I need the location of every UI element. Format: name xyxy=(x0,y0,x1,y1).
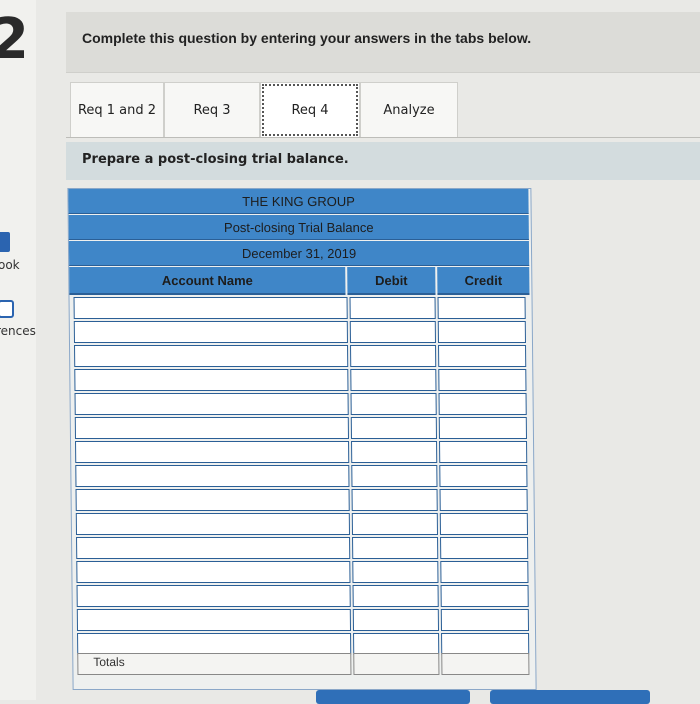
next-button[interactable] xyxy=(490,690,650,704)
credit-input[interactable] xyxy=(439,465,528,487)
table-row xyxy=(74,393,527,415)
account-name-input[interactable] xyxy=(74,345,349,367)
table-row xyxy=(74,417,527,439)
debit-input[interactable] xyxy=(351,441,438,463)
company-name: THE KING GROUP xyxy=(68,189,529,214)
totals-label: Totals xyxy=(93,655,125,669)
credit-input[interactable] xyxy=(440,585,529,607)
account-name-input[interactable] xyxy=(75,465,350,487)
tab-analyze[interactable]: Analyze xyxy=(360,82,458,138)
table-row xyxy=(77,633,530,655)
debit-input[interactable] xyxy=(349,297,436,319)
credit-input[interactable] xyxy=(438,393,527,415)
debit-input[interactable] xyxy=(352,561,439,583)
debit-input[interactable] xyxy=(351,513,439,535)
account-name-input[interactable] xyxy=(74,393,349,415)
account-name-input[interactable] xyxy=(73,297,348,319)
debit-input[interactable] xyxy=(350,417,437,439)
table-row xyxy=(73,321,526,343)
account-name-input[interactable] xyxy=(76,585,351,607)
account-name-input[interactable] xyxy=(75,513,351,535)
references-label[interactable]: rences xyxy=(0,324,36,338)
table-row xyxy=(75,465,528,487)
table-row xyxy=(76,585,529,607)
table-row xyxy=(75,489,528,511)
debit-input[interactable] xyxy=(349,321,436,343)
table-row xyxy=(74,345,527,367)
prompt-text: Prepare a post-closing trial balance. xyxy=(82,152,349,167)
debit-input[interactable] xyxy=(350,369,437,391)
account-name-input[interactable] xyxy=(73,321,348,343)
credit-input[interactable] xyxy=(440,561,529,583)
tab-req-4[interactable]: Req 4 xyxy=(260,82,360,138)
references-icon[interactable] xyxy=(0,300,14,318)
account-name-input[interactable] xyxy=(74,417,350,439)
statement-title: Post-closing Trial Balance xyxy=(68,215,529,240)
debit-input[interactable] xyxy=(350,393,437,415)
credit-input[interactable] xyxy=(438,417,527,439)
debit-input[interactable] xyxy=(352,585,439,607)
account-name-input[interactable] xyxy=(76,561,351,583)
previous-button[interactable] xyxy=(316,690,470,704)
table-row xyxy=(75,513,529,535)
credit-input[interactable] xyxy=(440,609,530,631)
tab-req-1-and-2[interactable]: Req 1 and 2 xyxy=(70,82,164,138)
credit-input[interactable] xyxy=(437,297,526,319)
column-header-account: Account Name xyxy=(69,267,346,295)
question-number: 2 xyxy=(0,7,24,72)
totals-row xyxy=(77,653,530,675)
column-header-credit: Credit xyxy=(437,267,530,295)
table-row xyxy=(76,561,529,583)
tab-req-3[interactable]: Req 3 xyxy=(164,82,260,138)
table-row xyxy=(75,441,528,463)
account-name-input[interactable] xyxy=(76,609,352,631)
debit-input[interactable] xyxy=(350,345,437,367)
credit-input[interactable] xyxy=(438,369,527,391)
credit-input[interactable] xyxy=(441,633,530,655)
credit-input[interactable] xyxy=(439,441,528,463)
statement-date: December 31, 2019 xyxy=(68,241,530,266)
column-header-debit: Debit xyxy=(347,267,436,295)
credit-input[interactable] xyxy=(440,537,529,559)
credit-input[interactable] xyxy=(437,321,526,343)
table-row xyxy=(76,537,529,559)
ebook-label[interactable]: ook xyxy=(0,258,20,272)
debit-input[interactable] xyxy=(353,633,440,655)
account-name-input[interactable] xyxy=(75,489,350,511)
instruction-text: Complete this question by entering your … xyxy=(82,30,532,46)
credit-input[interactable] xyxy=(439,489,528,511)
left-sidebar: 2 ook rences xyxy=(0,0,36,700)
table-row xyxy=(76,609,530,631)
account-name-input[interactable] xyxy=(74,369,349,391)
debit-input[interactable] xyxy=(351,465,438,487)
credit-input[interactable] xyxy=(438,345,527,367)
debit-input[interactable] xyxy=(352,537,439,559)
totals-credit-cell xyxy=(441,653,530,675)
totals-debit-cell xyxy=(353,653,440,675)
account-name-input[interactable] xyxy=(75,441,350,463)
account-name-input[interactable] xyxy=(76,537,351,559)
debit-input[interactable] xyxy=(351,489,438,511)
credit-input[interactable] xyxy=(439,513,529,535)
ebook-icon[interactable] xyxy=(0,232,10,252)
tab-divider xyxy=(66,137,700,138)
table-row xyxy=(73,297,526,319)
trial-balance-sheet: THE KING GROUP Post-closing Trial Balanc… xyxy=(67,188,537,690)
account-name-input[interactable] xyxy=(77,633,352,655)
table-row xyxy=(74,369,527,391)
debit-input[interactable] xyxy=(352,609,440,631)
